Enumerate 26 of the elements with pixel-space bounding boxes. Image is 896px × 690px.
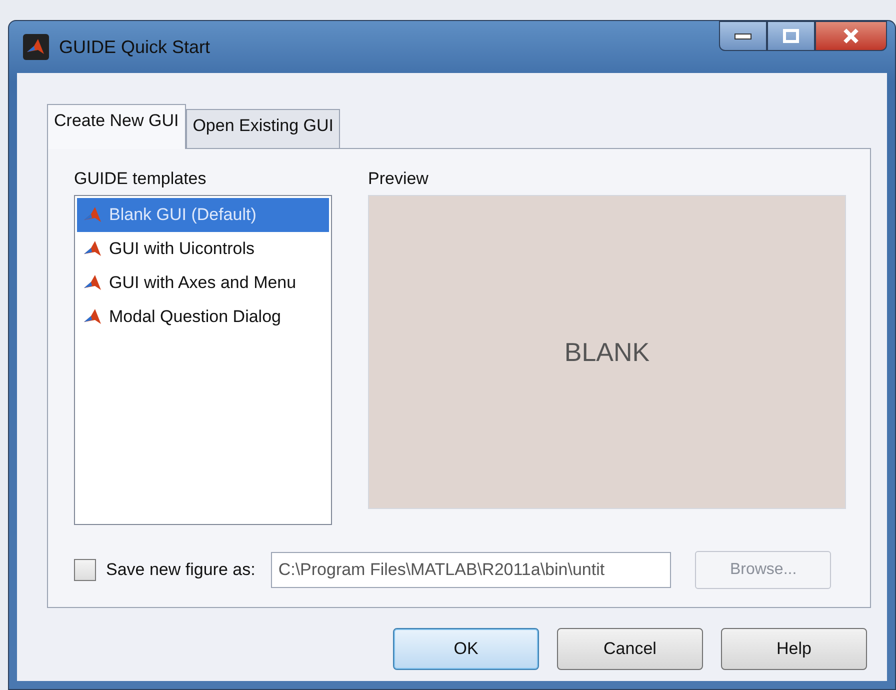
template-item[interactable]: Modal Question Dialog	[77, 300, 329, 334]
window-title: GUIDE Quick Start	[59, 36, 212, 58]
peak-icon	[83, 273, 103, 293]
maximize-icon	[783, 29, 799, 43]
tab[interactable]: Open Existing GUI	[186, 109, 340, 148]
save-label: Save new figure as:	[106, 560, 256, 580]
dialog-button[interactable]: Cancel	[557, 628, 703, 670]
preview-text: BLANK	[564, 336, 650, 368]
preview-label: Preview	[368, 169, 428, 189]
dialog-button[interactable]: OK	[393, 628, 539, 670]
peak-icon	[83, 205, 103, 225]
template-item[interactable]: Blank GUI (Default)	[77, 198, 329, 232]
minimize-icon	[734, 32, 752, 40]
peak-icon	[83, 307, 103, 327]
close-button[interactable]	[815, 21, 887, 51]
minimize-button[interactable]	[719, 21, 767, 51]
path-field[interactable]: C:\Program Files\MATLAB\R2011a\bin\untit	[271, 552, 672, 588]
save-checkbox[interactable]	[74, 559, 96, 581]
template-item[interactable]: GUI with Axes and Menu	[77, 266, 329, 300]
dialog-button[interactable]: Help	[721, 628, 867, 670]
tab[interactable]: Create New GUI	[47, 104, 186, 149]
template-item[interactable]: GUI with Uicontrols	[77, 232, 329, 266]
maximize-button[interactable]	[767, 21, 815, 51]
peak-icon	[83, 239, 103, 259]
templates-label: GUIDE templates	[74, 169, 206, 189]
close-icon	[842, 28, 860, 44]
